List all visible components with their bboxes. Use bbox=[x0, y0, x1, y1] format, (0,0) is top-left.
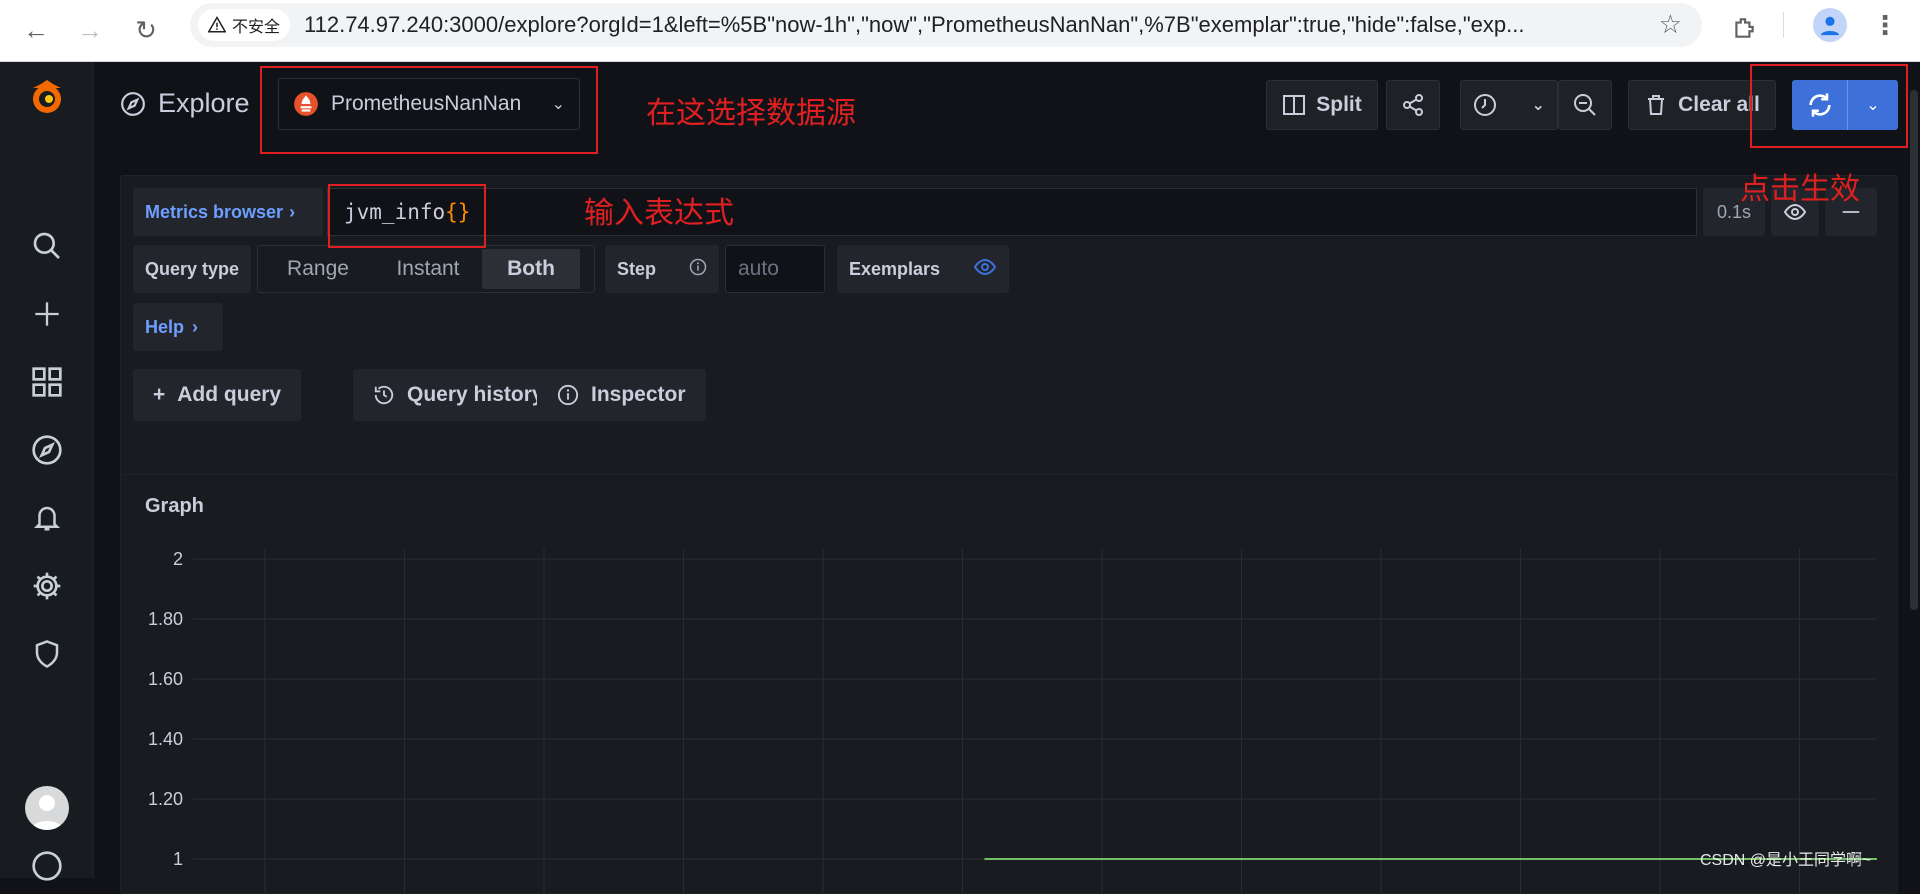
graph-panel: Graph 2 1.80 1.60 1.40 1.20 1 bbox=[120, 474, 1898, 894]
shield-icon[interactable] bbox=[27, 634, 67, 674]
y-tick-label: 2 bbox=[173, 549, 183, 569]
forward-arrow-icon[interactable]: → bbox=[72, 12, 108, 48]
split-label: Split bbox=[1316, 93, 1362, 116]
add-query-button[interactable]: + Add query bbox=[133, 369, 302, 421]
trash-icon bbox=[1648, 95, 1665, 115]
query-history-label: Query history bbox=[407, 383, 544, 406]
y-tick-label: 1 bbox=[173, 849, 183, 869]
step-label-box: Step bbox=[605, 245, 719, 293]
help-label: Help bbox=[145, 316, 185, 337]
inspector-button[interactable]: Inspector bbox=[537, 369, 706, 421]
search-icon[interactable] bbox=[27, 226, 67, 266]
reload-icon[interactable]: ↻ bbox=[128, 12, 164, 48]
chevron-right-icon: › bbox=[192, 316, 199, 337]
time-picker-button[interactable]: ⌄ bbox=[1460, 80, 1558, 130]
help-circle-icon[interactable] bbox=[27, 846, 67, 886]
info-icon bbox=[557, 384, 579, 406]
settings-gear-icon[interactable] bbox=[27, 566, 67, 606]
metrics-browser-button[interactable]: Metrics browser › bbox=[133, 188, 323, 236]
query-type-label: Query type bbox=[133, 245, 252, 293]
url-text[interactable]: 112.74.97.240:3000/explore?orgId=1&left=… bbox=[304, 12, 1584, 38]
watermark: CSDN @是小王同学啊~ bbox=[1700, 852, 1872, 869]
query-type-instant[interactable]: Instant bbox=[376, 249, 480, 289]
share-button[interactable] bbox=[1386, 80, 1440, 130]
history-icon bbox=[374, 385, 394, 405]
profile-avatar-icon[interactable] bbox=[1813, 8, 1847, 42]
add-query-label: Add query bbox=[177, 383, 282, 406]
query-type-both[interactable]: Both bbox=[482, 249, 580, 289]
step-label: Step bbox=[617, 258, 657, 279]
clock-icon bbox=[1474, 94, 1497, 116]
clear-all-label: Clear all bbox=[1678, 93, 1760, 116]
page-scrollbar[interactable] bbox=[1910, 90, 1918, 610]
metrics-browser-label: Metrics browser bbox=[145, 201, 284, 222]
graph-chart[interactable]: 2 1.80 1.60 1.40 1.20 1 bbox=[121, 475, 1898, 894]
security-label: 不安全 bbox=[232, 19, 281, 36]
explore-compass-icon bbox=[121, 91, 145, 116]
sidemenu bbox=[0, 62, 94, 881]
exemplars-label: Exemplars bbox=[849, 258, 941, 279]
zoom-out-button[interactable] bbox=[1558, 80, 1612, 130]
step-input[interactable]: auto bbox=[725, 245, 825, 293]
annotation-box-datasource bbox=[260, 66, 598, 154]
y-tick-label: 1.40 bbox=[148, 729, 183, 749]
page-title: Explore bbox=[120, 88, 250, 119]
split-icon bbox=[1283, 95, 1306, 115]
share-icon bbox=[1403, 94, 1423, 116]
exemplars-eye-icon[interactable] bbox=[973, 255, 997, 284]
exemplars-toggle[interactable]: Exemplars bbox=[837, 245, 1009, 293]
zoom-out-icon bbox=[1574, 94, 1596, 116]
y-tick-label: 1.60 bbox=[148, 669, 183, 689]
address-bar[interactable]: 不安全 112.74.97.240:3000/explore?orgId=1&l… bbox=[190, 3, 1702, 47]
security-chip[interactable]: 不安全 bbox=[198, 9, 291, 41]
y-tick-label: 1.20 bbox=[148, 789, 183, 809]
explore-compass-icon[interactable] bbox=[27, 430, 67, 470]
bookmark-star-icon[interactable]: ☆ bbox=[1659, 9, 1682, 40]
query-type-radio-group: Range Instant Both bbox=[257, 245, 595, 293]
annotation-box-run bbox=[1750, 64, 1908, 148]
browser-toolbar: ← → ↻ 不安全 112.74.97.240:3000/explore?org… bbox=[0, 0, 1920, 62]
help-toggle[interactable]: Help › bbox=[133, 303, 223, 351]
user-avatar-icon[interactable] bbox=[25, 786, 69, 830]
split-button[interactable]: Split bbox=[1266, 80, 1378, 130]
warning-triangle-icon bbox=[208, 16, 226, 33]
dashboards-icon[interactable] bbox=[27, 362, 67, 402]
query-type-range[interactable]: Range bbox=[262, 249, 374, 289]
back-arrow-icon[interactable]: ← bbox=[18, 12, 54, 48]
plus-icon: + bbox=[153, 383, 166, 406]
chevron-right-icon: › bbox=[289, 201, 296, 222]
inspector-label: Inspector bbox=[591, 383, 686, 406]
page-title-text: Explore bbox=[158, 88, 250, 118]
browser-menu-icon[interactable]: ⋮ bbox=[1872, 10, 1898, 41]
extensions-icon[interactable] bbox=[1726, 10, 1762, 46]
annotation-box-expression bbox=[328, 184, 486, 248]
info-icon[interactable] bbox=[689, 258, 707, 281]
annotation-datasource-note: 在这选择数据源 bbox=[646, 97, 856, 130]
plus-icon[interactable] bbox=[27, 294, 67, 334]
promql-expression-input[interactable]: jvm_info{} bbox=[327, 188, 1697, 236]
annotation-expression-note: 输入表达式 bbox=[584, 197, 734, 230]
y-tick-label: 1.80 bbox=[148, 609, 183, 629]
annotation-run-note: 点击生效 bbox=[1740, 173, 1860, 206]
chevron-down-icon: ⌄ bbox=[1531, 97, 1545, 114]
grafana-logo-icon[interactable] bbox=[27, 78, 67, 118]
query-history-button[interactable]: Query history bbox=[353, 369, 564, 421]
alerting-bell-icon[interactable] bbox=[27, 498, 67, 538]
toolbar-divider bbox=[1783, 12, 1784, 38]
